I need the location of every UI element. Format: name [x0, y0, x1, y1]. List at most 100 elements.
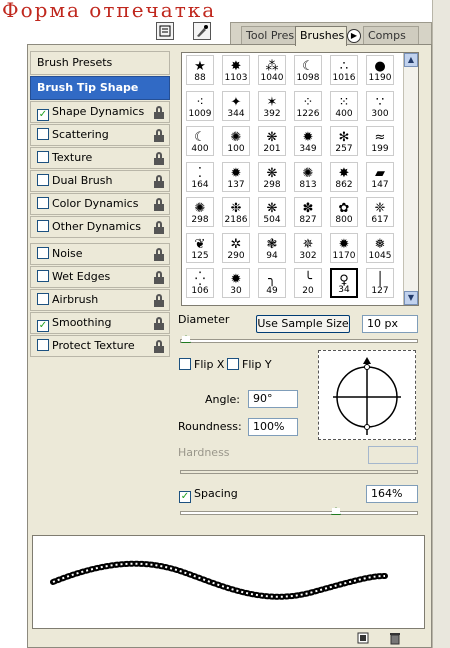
lock-icon[interactable] — [153, 198, 165, 211]
checkbox[interactable] — [37, 128, 49, 140]
checkbox[interactable]: ✓ — [37, 320, 49, 332]
spacing-field[interactable]: 164% — [366, 485, 418, 503]
brush-preset-cell[interactable]: ❅ 1045 — [366, 232, 394, 263]
tab-layer-comps[interactable]: Comps — [363, 26, 419, 46]
flip-y-checkbox[interactable]: Flip Y — [227, 358, 272, 371]
brush-preset-cell[interactable]: ✺ 298 — [186, 197, 214, 227]
trash-icon[interactable] — [388, 631, 402, 645]
sidebar-item-scattering[interactable]: Scattering — [30, 124, 170, 146]
brush-preset-cell[interactable]: ⁂ 1040 — [258, 55, 286, 85]
brush-preset-cell[interactable]: ✹ 30 — [222, 268, 250, 298]
brush-preset-cell[interactable]: ✽ 827 — [294, 197, 322, 227]
brush-preset-cell[interactable]: ✸ 862 — [330, 161, 358, 192]
sidebar-item-shape-dynamics[interactable]: ✓ Shape Dynamics — [30, 101, 170, 123]
brush-preset-cell[interactable]: ✹ 137 — [222, 161, 250, 192]
brush-preset-cell[interactable]: ✲ 290 — [222, 232, 250, 263]
brush-preset-cell[interactable]: ❉ 2186 — [222, 197, 250, 227]
checkbox[interactable]: ✓ — [179, 491, 191, 503]
brush-preset-cell[interactable]: ✹ 1170 — [330, 232, 358, 263]
angle-field[interactable]: 90° — [248, 390, 298, 408]
brush-preset-cell[interactable]: ✦ 344 — [222, 90, 250, 121]
lock-icon[interactable] — [153, 294, 165, 307]
sidebar-item-protect-texture[interactable]: Protect Texture — [30, 335, 170, 357]
brush-preset-cell[interactable]: ✶ 392 — [258, 90, 286, 121]
brush-preset-cell[interactable]: ✸ 1103 — [222, 55, 250, 85]
lock-icon[interactable] — [153, 221, 165, 234]
checkbox[interactable] — [37, 220, 49, 232]
brush-preset-cell[interactable]: ★ 88 — [186, 55, 214, 85]
brush-preset-cell[interactable]: ☾ 400 — [186, 126, 214, 156]
checkbox[interactable] — [37, 174, 49, 186]
diameter-slider-track[interactable] — [180, 339, 418, 343]
spacing-slider-track[interactable] — [180, 511, 418, 515]
brush-preset-cell[interactable]: ∵ 300 — [366, 90, 394, 121]
angle-roundness-preview[interactable] — [318, 350, 416, 440]
brush-icon[interactable] — [193, 22, 211, 40]
diameter-slider-thumb[interactable] — [181, 335, 191, 343]
roundness-field[interactable]: 100% — [248, 418, 298, 436]
brush-preset-cell[interactable]: ● 1190 — [366, 55, 394, 85]
sidebar-item-texture[interactable]: Texture — [30, 147, 170, 169]
brush-preset-cell[interactable]: ✵ 302 — [294, 232, 322, 263]
brush-preset-cell[interactable]: ❦ 125 — [186, 232, 214, 263]
brush-preset-cell[interactable]: ⁙ 400 — [330, 90, 358, 121]
brush-preset-cell[interactable]: ⁘ 1226 — [294, 90, 322, 121]
checkbox[interactable] — [37, 270, 49, 282]
brush-preset-cell[interactable]: ≈199 — [366, 126, 394, 156]
diameter-field[interactable]: 10 px — [362, 315, 418, 333]
sidebar-item-brush-tip-shape[interactable]: Brush Tip Shape — [30, 76, 170, 100]
checkbox[interactable] — [37, 247, 49, 259]
brush-preset-cell[interactable]: ✹ 349 — [294, 126, 322, 156]
brush-preset-cell[interactable]: ☾ 1098 — [294, 55, 322, 85]
checkbox[interactable] — [37, 197, 49, 209]
brush-preset-cell[interactable]: ♀ 34 — [330, 268, 358, 298]
brush-grid-scrollbar[interactable]: ▲ ▼ — [403, 53, 418, 305]
brush-preset-cell[interactable]: ▰ 147 — [366, 161, 394, 192]
spacing-slider-thumb[interactable] — [331, 507, 341, 515]
sidebar-item-wet-edges[interactable]: Wet Edges — [30, 266, 170, 288]
sidebar-item-noise[interactable]: Noise — [30, 243, 170, 265]
use-sample-size-button[interactable]: Use Sample Size — [256, 315, 350, 333]
brush-preset-cell[interactable]: ❈ 617 — [366, 197, 394, 227]
brush-preset-cell[interactable]: ✺ 813 — [294, 161, 322, 192]
brush-preset-cell[interactable]: ✺ 100 — [222, 126, 250, 156]
checkbox[interactable] — [37, 293, 49, 305]
scroll-up-icon[interactable]: ▲ — [404, 53, 418, 67]
brush-preset-cell[interactable]: ╮ 49 — [258, 268, 286, 298]
checkbox[interactable] — [227, 358, 239, 370]
lock-icon[interactable] — [153, 248, 165, 261]
lock-icon[interactable] — [153, 129, 165, 142]
lock-icon[interactable] — [153, 152, 165, 165]
sidebar-item-dual-brush[interactable]: Dual Brush — [30, 170, 170, 192]
brush-preset-cell[interactable]: ⁚ 164 — [186, 161, 214, 192]
scroll-down-icon[interactable]: ▼ — [404, 291, 418, 305]
lock-icon[interactable] — [153, 340, 165, 353]
tab-brushes[interactable]: Brushes — [295, 26, 347, 46]
brush-preset-cell[interactable]: ⁛ 106 — [186, 268, 214, 298]
checkbox[interactable]: ✓ — [37, 109, 49, 121]
brush-preset-cell[interactable]: │ 127 — [366, 268, 394, 298]
sidebar-item-airbrush[interactable]: Airbrush — [30, 289, 170, 311]
brush-preset-cell[interactable]: ✻ 257 — [330, 126, 358, 156]
checkbox[interactable] — [37, 151, 49, 163]
sidebar-item-color-dynamics[interactable]: Color Dynamics — [30, 193, 170, 215]
checkbox[interactable] — [179, 358, 191, 370]
spacing-checkbox[interactable]: ✓ Spacing — [179, 487, 238, 503]
checkbox[interactable] — [37, 339, 49, 351]
tab-tool-presets[interactable]: Tool Pres — [241, 26, 297, 46]
sidebar-item-smoothing[interactable]: ✓ Smoothing — [30, 312, 170, 334]
lock-icon[interactable] — [153, 271, 165, 284]
sidebar-brush-presets[interactable]: Brush Presets — [30, 51, 170, 75]
brush-preset-cell[interactable]: ✿ 800 — [330, 197, 358, 227]
flip-x-checkbox[interactable]: Flip X — [179, 358, 224, 371]
brush-preset-cell[interactable]: ╰ 20 — [294, 268, 322, 298]
brush-preset-cell[interactable]: ❃ 94 — [258, 232, 286, 263]
lock-icon[interactable] — [153, 175, 165, 188]
panel-menu-icon[interactable]: ▶ — [347, 29, 361, 43]
tool-presets-icon[interactable] — [156, 22, 174, 40]
sidebar-item-other-dynamics[interactable]: Other Dynamics — [30, 216, 170, 238]
new-brush-icon[interactable] — [356, 631, 370, 645]
brush-preset-cell[interactable]: ❋ 298 — [258, 161, 286, 192]
brush-preset-cell[interactable]: ⁖ 1009 — [186, 90, 214, 121]
brush-preset-cell[interactable]: ❋ 504 — [258, 197, 286, 227]
